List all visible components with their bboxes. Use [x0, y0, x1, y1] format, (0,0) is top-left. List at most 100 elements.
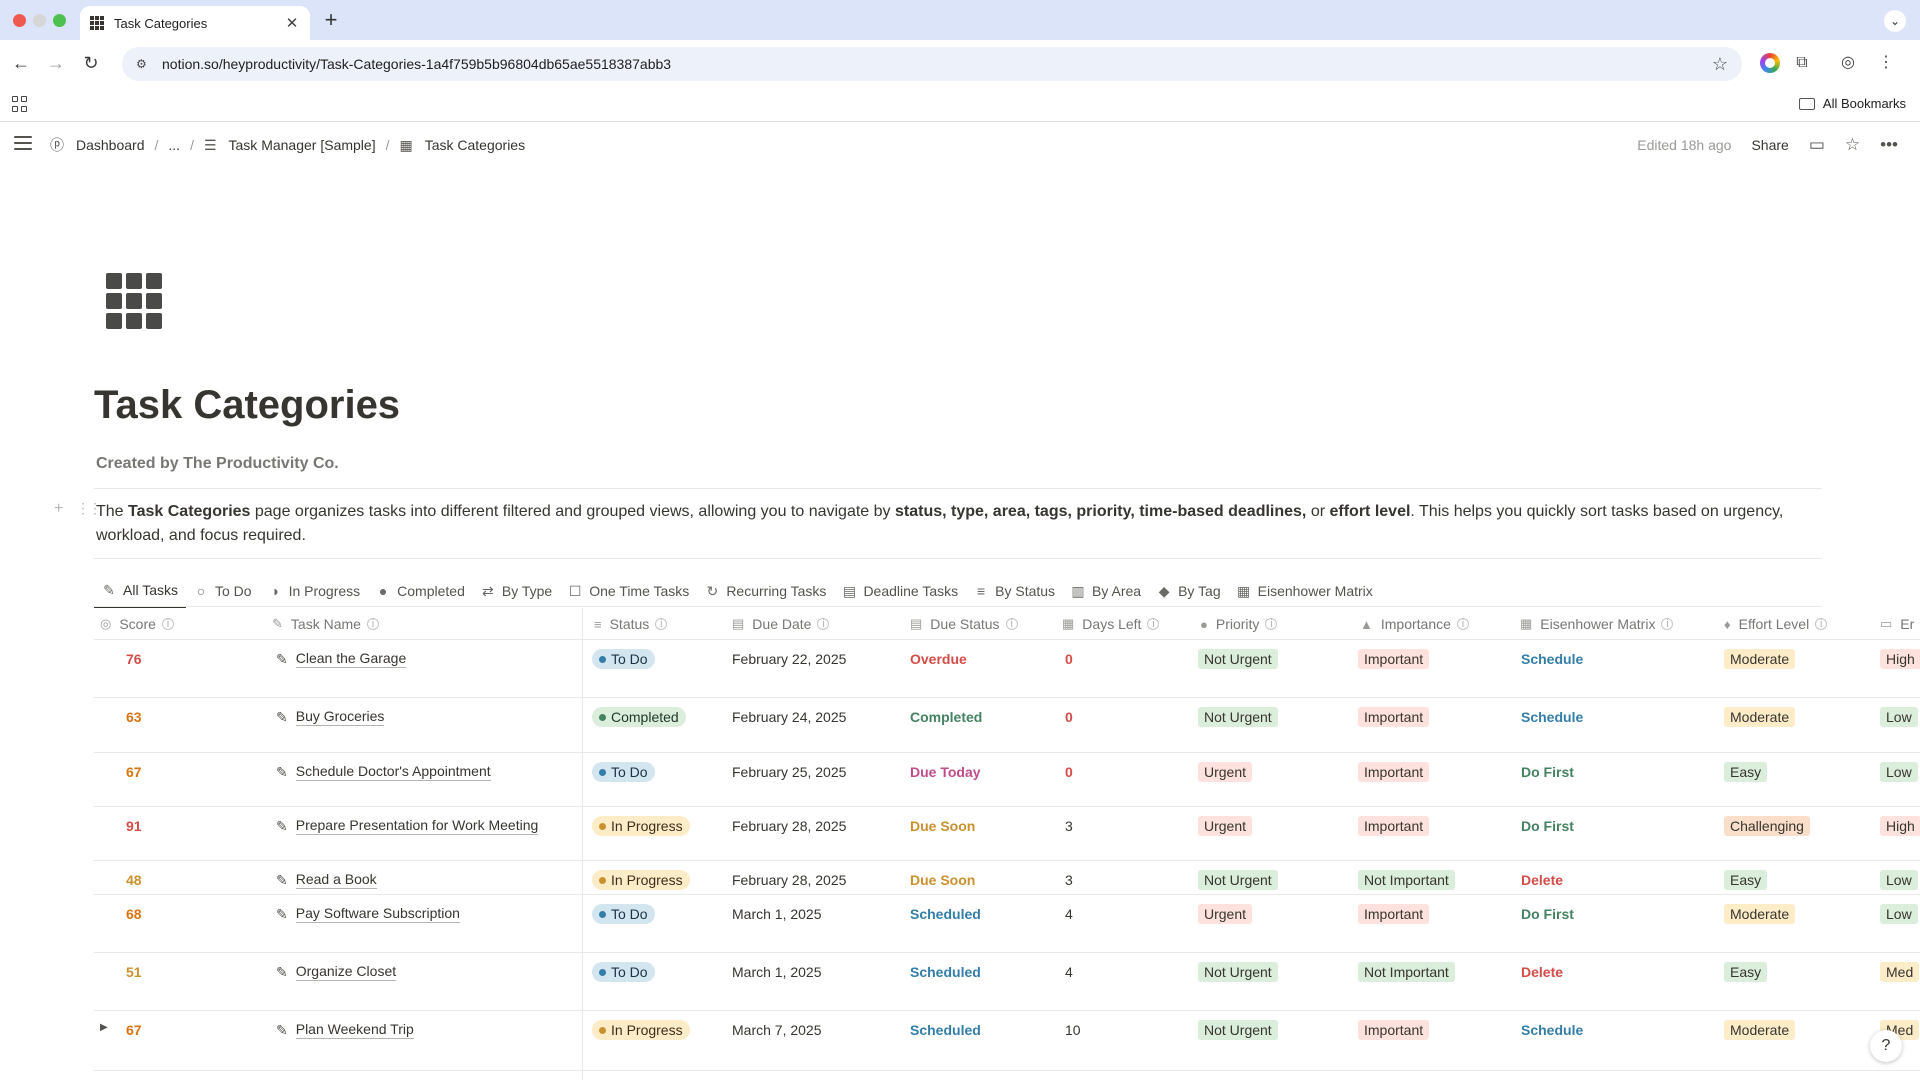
- due-date-cell[interactable]: March 7, 2025: [732, 1020, 822, 1040]
- address-bar[interactable]: ⚙ notion.so/heyproductivity/Task-Categor…: [122, 47, 1742, 81]
- view-tab-one-time-tasks[interactable]: ☐ One Time Tasks: [560, 574, 697, 608]
- site-settings-icon[interactable]: ⚙: [136, 57, 150, 71]
- due-date-header[interactable]: ▤ Due Date i: [732, 608, 830, 640]
- eisenhower-header[interactable]: ▦ Eisenhower Matrix i: [1520, 608, 1674, 640]
- priority-cell[interactable]: Urgent: [1198, 904, 1253, 924]
- puzzle-icon[interactable]: ⧉: [1792, 53, 1812, 73]
- more-horizontal-icon[interactable]: •••: [1880, 135, 1898, 155]
- table-row[interactable]: 68 ✎ Pay Software Subscription To Do March 1…: [94, 895, 1920, 953]
- effort-level-header[interactable]: ♦ Effort Level i: [1724, 608, 1828, 640]
- view-tab-by-type[interactable]: ⇄ By Type: [473, 574, 560, 608]
- effort-level-cell[interactable]: Easy: [1724, 962, 1768, 982]
- table-row[interactable]: 67 ✎ Schedule Doctor's Appointment To Do Feb…: [94, 753, 1920, 807]
- energy-cell[interactable]: Low: [1880, 904, 1918, 924]
- task-name-link[interactable]: Read a Book: [295, 871, 377, 889]
- score-header[interactable]: ◎ Score i: [100, 608, 174, 640]
- reload-icon[interactable]: ↻: [80, 52, 102, 74]
- status-cell[interactable]: To Do: [592, 962, 655, 982]
- task-name-link[interactable]: Organize Closet: [295, 963, 397, 981]
- view-tab-deadline-tasks[interactable]: ▤ Deadline Tasks: [834, 574, 966, 608]
- energy-cell[interactable]: High: [1880, 816, 1920, 836]
- status-cell[interactable]: To Do: [592, 762, 655, 782]
- expand-row-icon[interactable]: ▶: [100, 1022, 108, 1033]
- extension-color-icon[interactable]: [1760, 53, 1780, 73]
- info-icon[interactable]: i: [1147, 618, 1160, 630]
- breadcrumb-current[interactable]: Task Categories: [425, 137, 525, 153]
- task-name-cell[interactable]: ✎ Read a Book: [276, 870, 377, 890]
- status-cell[interactable]: Completed: [592, 707, 686, 727]
- status-header[interactable]: ≡ Status i: [594, 608, 668, 640]
- forward-icon[interactable]: →: [45, 52, 67, 74]
- energy-cell[interactable]: High: [1880, 649, 1920, 669]
- priority-cell[interactable]: Not Urgent: [1198, 870, 1278, 890]
- task-name-cell[interactable]: ✎ Organize Closet: [276, 962, 397, 982]
- energy-cell[interactable]: Med: [1880, 962, 1920, 982]
- star-icon[interactable]: ☆: [1845, 135, 1860, 155]
- info-icon[interactable]: i: [1661, 618, 1674, 630]
- info-icon[interactable]: i: [1265, 618, 1278, 630]
- task-name-cell[interactable]: ✎ Schedule Doctor's Appointment: [276, 762, 491, 782]
- task-name-cell[interactable]: ✎ Plan Weekend Trip: [276, 1020, 414, 1040]
- effort-level-cell[interactable]: Moderate: [1724, 904, 1796, 924]
- apps-icon[interactable]: [12, 96, 28, 112]
- star-icon[interactable]: ☆: [1712, 54, 1728, 75]
- info-icon[interactable]: i: [1456, 618, 1469, 630]
- priority-cell[interactable]: Not Urgent: [1198, 1020, 1278, 1040]
- due-date-cell[interactable]: March 1, 2025: [732, 962, 822, 982]
- close-icon[interactable]: ✕: [284, 14, 300, 32]
- importance-cell[interactable]: Not Important: [1358, 870, 1455, 890]
- view-tab-eisenhower-matrix[interactable]: ▦ Eisenhower Matrix: [1229, 574, 1381, 608]
- due-status-header[interactable]: ▤ Due Status i: [910, 608, 1018, 640]
- due-date-cell[interactable]: February 28, 2025: [732, 816, 846, 836]
- importance-cell[interactable]: Important: [1358, 649, 1430, 669]
- view-tab-by-status[interactable]: ≡ By Status: [966, 574, 1063, 608]
- view-tab-recurring-tasks[interactable]: ↻ Recurring Tasks: [697, 574, 834, 608]
- task-name-cell[interactable]: ✎ Clean the Garage: [276, 649, 407, 669]
- table-row[interactable]: ▶ 67 ✎ Plan Weekend Trip In Progress March 7,…: [94, 1011, 1920, 1071]
- priority-cell[interactable]: Urgent: [1198, 816, 1253, 836]
- info-icon[interactable]: i: [366, 618, 379, 630]
- task-name-link[interactable]: Plan Weekend Trip: [295, 1021, 414, 1039]
- due-date-cell[interactable]: February 28, 2025: [732, 870, 846, 890]
- status-cell[interactable]: In Progress: [592, 1020, 690, 1040]
- priority-cell[interactable]: Not Urgent: [1198, 649, 1278, 669]
- importance-cell[interactable]: Important: [1358, 904, 1430, 924]
- help-icon[interactable]: ?: [1870, 1030, 1902, 1062]
- table-row[interactable]: 91 ✎ Prepare Presentation for Work Meeting…: [94, 807, 1920, 861]
- importance-cell[interactable]: Important: [1358, 816, 1430, 836]
- task-name-link[interactable]: Schedule Doctor's Appointment: [295, 763, 491, 781]
- close-window-button[interactable]: [13, 14, 26, 27]
- comment-icon[interactable]: ▭: [1809, 135, 1825, 155]
- due-date-cell[interactable]: February 24, 2025: [732, 707, 846, 727]
- importance-header[interactable]: ▲ Importance i: [1360, 608, 1469, 640]
- info-icon[interactable]: i: [1815, 618, 1828, 630]
- status-cell[interactable]: To Do: [592, 649, 655, 669]
- due-date-cell[interactable]: February 25, 2025: [732, 762, 846, 782]
- effort-level-cell[interactable]: Moderate: [1724, 1020, 1796, 1040]
- task-name-cell[interactable]: ✎ Pay Software Subscription: [276, 904, 460, 924]
- all-bookmarks-button[interactable]: All Bookmarks: [1798, 96, 1906, 111]
- back-icon[interactable]: ←: [10, 52, 32, 74]
- task-name-cell[interactable]: ✎ Buy Groceries: [276, 707, 385, 727]
- status-cell[interactable]: To Do: [592, 904, 655, 924]
- importance-cell[interactable]: Not Important: [1358, 962, 1455, 982]
- priority-cell[interactable]: Urgent: [1198, 762, 1253, 782]
- page-title[interactable]: Task Categories: [94, 383, 400, 428]
- effort-level-cell[interactable]: Challenging: [1724, 816, 1810, 836]
- due-date-cell[interactable]: February 22, 2025: [732, 649, 846, 669]
- browser-tab[interactable]: Task Categories ✕: [80, 6, 310, 40]
- info-icon[interactable]: i: [655, 618, 668, 630]
- profile-icon[interactable]: ◎: [1838, 53, 1858, 73]
- energy-header[interactable]: ▭ Er: [1880, 608, 1914, 640]
- task-name-cell[interactable]: ✎ Prepare Presentation for Work Meeting: [276, 816, 539, 836]
- status-cell[interactable]: In Progress: [592, 870, 690, 890]
- importance-cell[interactable]: Important: [1358, 762, 1430, 782]
- add-block-icon[interactable]: +: [54, 500, 63, 518]
- more-vertical-icon[interactable]: ⋮: [1876, 53, 1896, 73]
- new-tab-button[interactable]: +: [320, 9, 342, 31]
- table-row[interactable]: 76 ✎ Clean the Garage To Do February 22, 202…: [94, 640, 1920, 698]
- breadcrumb-task-manager[interactable]: Task Manager [Sample]: [229, 137, 376, 153]
- view-tab-completed[interactable]: ● Completed: [368, 574, 473, 608]
- days-left-header[interactable]: ▦ Days Left i: [1062, 608, 1160, 640]
- energy-cell[interactable]: Low: [1880, 762, 1918, 782]
